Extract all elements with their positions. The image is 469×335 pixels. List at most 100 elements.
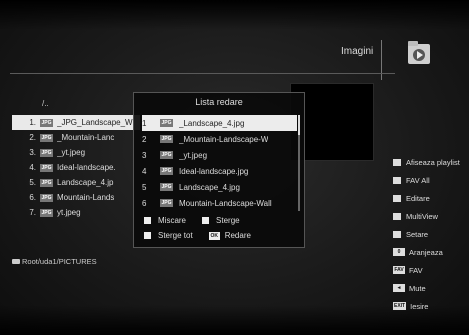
move-action[interactable]: Miscare [144,216,186,225]
playlist-item-name: Ideal-landscape.jpg [179,166,249,176]
exit-key-icon: EXIT [393,302,407,310]
legend-sort[interactable]: 0 Aranjeaza [393,243,469,261]
file-number: 4. [29,163,36,172]
jpg-icon: JPG [160,183,173,191]
playlist-scrollbar[interactable] [298,115,300,211]
jpg-icon: JPG [40,193,53,202]
header-line [10,73,395,74]
playlist-title: Lista redare [195,97,243,107]
ok-key-icon: OK [208,231,220,240]
key-square-icon [144,217,151,224]
move-label: Miscare [158,216,187,225]
legend-fav-all[interactable]: FAV All [393,171,469,189]
key-square-icon [393,194,401,202]
delete-all-label: Sterge tot [158,231,193,240]
jpg-icon: JPG [160,119,173,127]
file-number: 2. [29,133,36,142]
key-square-icon [144,232,151,239]
file-name: Ideal-landscape. [57,163,116,172]
header-divider [381,40,382,80]
current-path: Root/uda1/PICTURES [12,257,97,266]
playlist-items: 1 JPG _Landscape_4.jpg 2 JPG _Mountain-L… [142,115,297,211]
legend-settings[interactable]: Setare [393,225,469,243]
delete-label: Sterge [216,216,240,225]
file-item[interactable]: 4. JPG Ideal-landscape. [22,160,140,175]
file-item[interactable]: 3. JPG _yt.jpeg [22,145,140,160]
jpg-icon: JPG [160,135,173,143]
legend-fav[interactable]: FAV FAV [393,261,469,279]
file-number: 5. [29,178,36,187]
playlist-item[interactable]: 4 JPG Ideal-landscape.jpg [142,163,297,179]
play-action[interactable]: OK Redare [208,231,251,240]
file-list: /.. 1. JPG _JPG_Landscape_W 2. JPG _Moun… [12,99,140,220]
file-item[interactable]: 7. JPG yt.jpeg [22,205,140,220]
jpg-icon: JPG [40,148,53,157]
delete-all-action[interactable]: Sterge tot [144,231,193,240]
zero-key-icon: 0 [393,248,405,256]
legend-show-playlist[interactable]: Afiseaza playlist [393,153,469,171]
file-number: 1. [29,118,36,127]
file-item[interactable]: 1. JPG _JPG_Landscape_W [12,115,140,130]
mute-key-icon: ◄ [393,284,405,292]
legend-exit[interactable]: EXIT Iesire [393,297,469,315]
jpg-icon: JPG [40,178,53,187]
file-name: _yt.jpeg [57,148,86,157]
file-name: Mountain-Lands [57,193,115,202]
jpg-icon: JPG [40,118,53,127]
scrollbar-thumb[interactable] [298,115,300,135]
file-name: yt.jpeg [57,208,81,217]
playlist-actions: Miscare Sterge Sterge tot OK Redare [144,213,299,243]
file-item[interactable]: 2. JPG _Mountain-Lanc [22,130,140,145]
playlist-item-name: _yt.jpeg [179,150,208,160]
playlist-item-number: 2 [142,134,147,144]
playlist-item-number: 3 [142,150,147,160]
file-name: _Mountain-Lanc [57,133,115,142]
file-name: _JPG_Landscape_W [57,118,133,127]
jpg-icon: JPG [160,199,173,207]
playlist-item-name: Landscape_4.jpg [179,182,240,192]
file-item[interactable]: 5. JPG Landscape_4.jp [22,175,140,190]
legend-edit[interactable]: Editare [393,189,469,207]
playlist-item-number: 4 [142,166,147,176]
key-square-icon [202,217,210,224]
path-text: Root/uda1/PICTURES [22,257,97,266]
key-square-icon [393,158,401,166]
playlist-item-name: _Mountain-Landscape-W [179,134,269,144]
screen: Imagini /.. 1. JPG _JPG_Landscape_W 2. J… [0,0,469,335]
key-square-icon [393,176,401,184]
file-number: 7. [29,208,36,217]
delete-action[interactable]: Sterge [202,216,240,225]
jpg-icon: JPG [160,151,173,159]
playlist-item[interactable]: 5 JPG Landscape_4.jpg [142,179,297,195]
playlist-item[interactable]: 6 JPG Mountain-Landscape-Wall [142,195,297,211]
playlist-item-number: 6 [142,198,147,208]
key-square-icon [393,212,401,220]
parent-folder-item[interactable]: /.. [22,99,140,115]
file-number: 3. [29,148,36,157]
playlist-item[interactable]: 1 JPG _Landscape_4.jpg [142,115,297,131]
legend-mute[interactable]: ◄ Mute [393,279,469,297]
vignette-top [0,0,469,30]
folder-icon [408,41,430,64]
playlist-item-name: Mountain-Landscape-Wall [179,198,272,208]
jpg-icon: JPG [40,208,53,217]
jpg-icon: JPG [160,167,173,175]
playlist-item-number: 1 [142,118,147,128]
playlist-item[interactable]: 3 JPG _yt.jpeg [142,147,297,163]
usb-icon [12,259,20,264]
file-item[interactable]: 6. JPG Mountain-Lands [22,190,140,205]
header-title: Imagini [341,46,374,57]
legend-multiview[interactable]: MultiView [393,207,469,225]
playlist-item-number: 5 [142,182,147,192]
jpg-icon: JPG [40,133,53,142]
jpg-icon: JPG [40,163,53,172]
playlist-dialog: Lista redare 1 JPG _Landscape_4.jpg 2 JP… [133,92,305,248]
file-name: Landscape_4.jp [57,178,114,187]
key-square-icon [393,230,401,238]
playlist-item-name: _Landscape_4.jpg [179,118,245,128]
key-legend: Afiseaza playlist FAV All Editare MultiV… [393,153,469,315]
file-number: 6. [29,193,36,202]
playlist-item[interactable]: 2 JPG _Mountain-Landscape-W [142,131,297,147]
fav-key-icon: FAV [393,266,405,274]
play-label: Redare [224,231,251,240]
